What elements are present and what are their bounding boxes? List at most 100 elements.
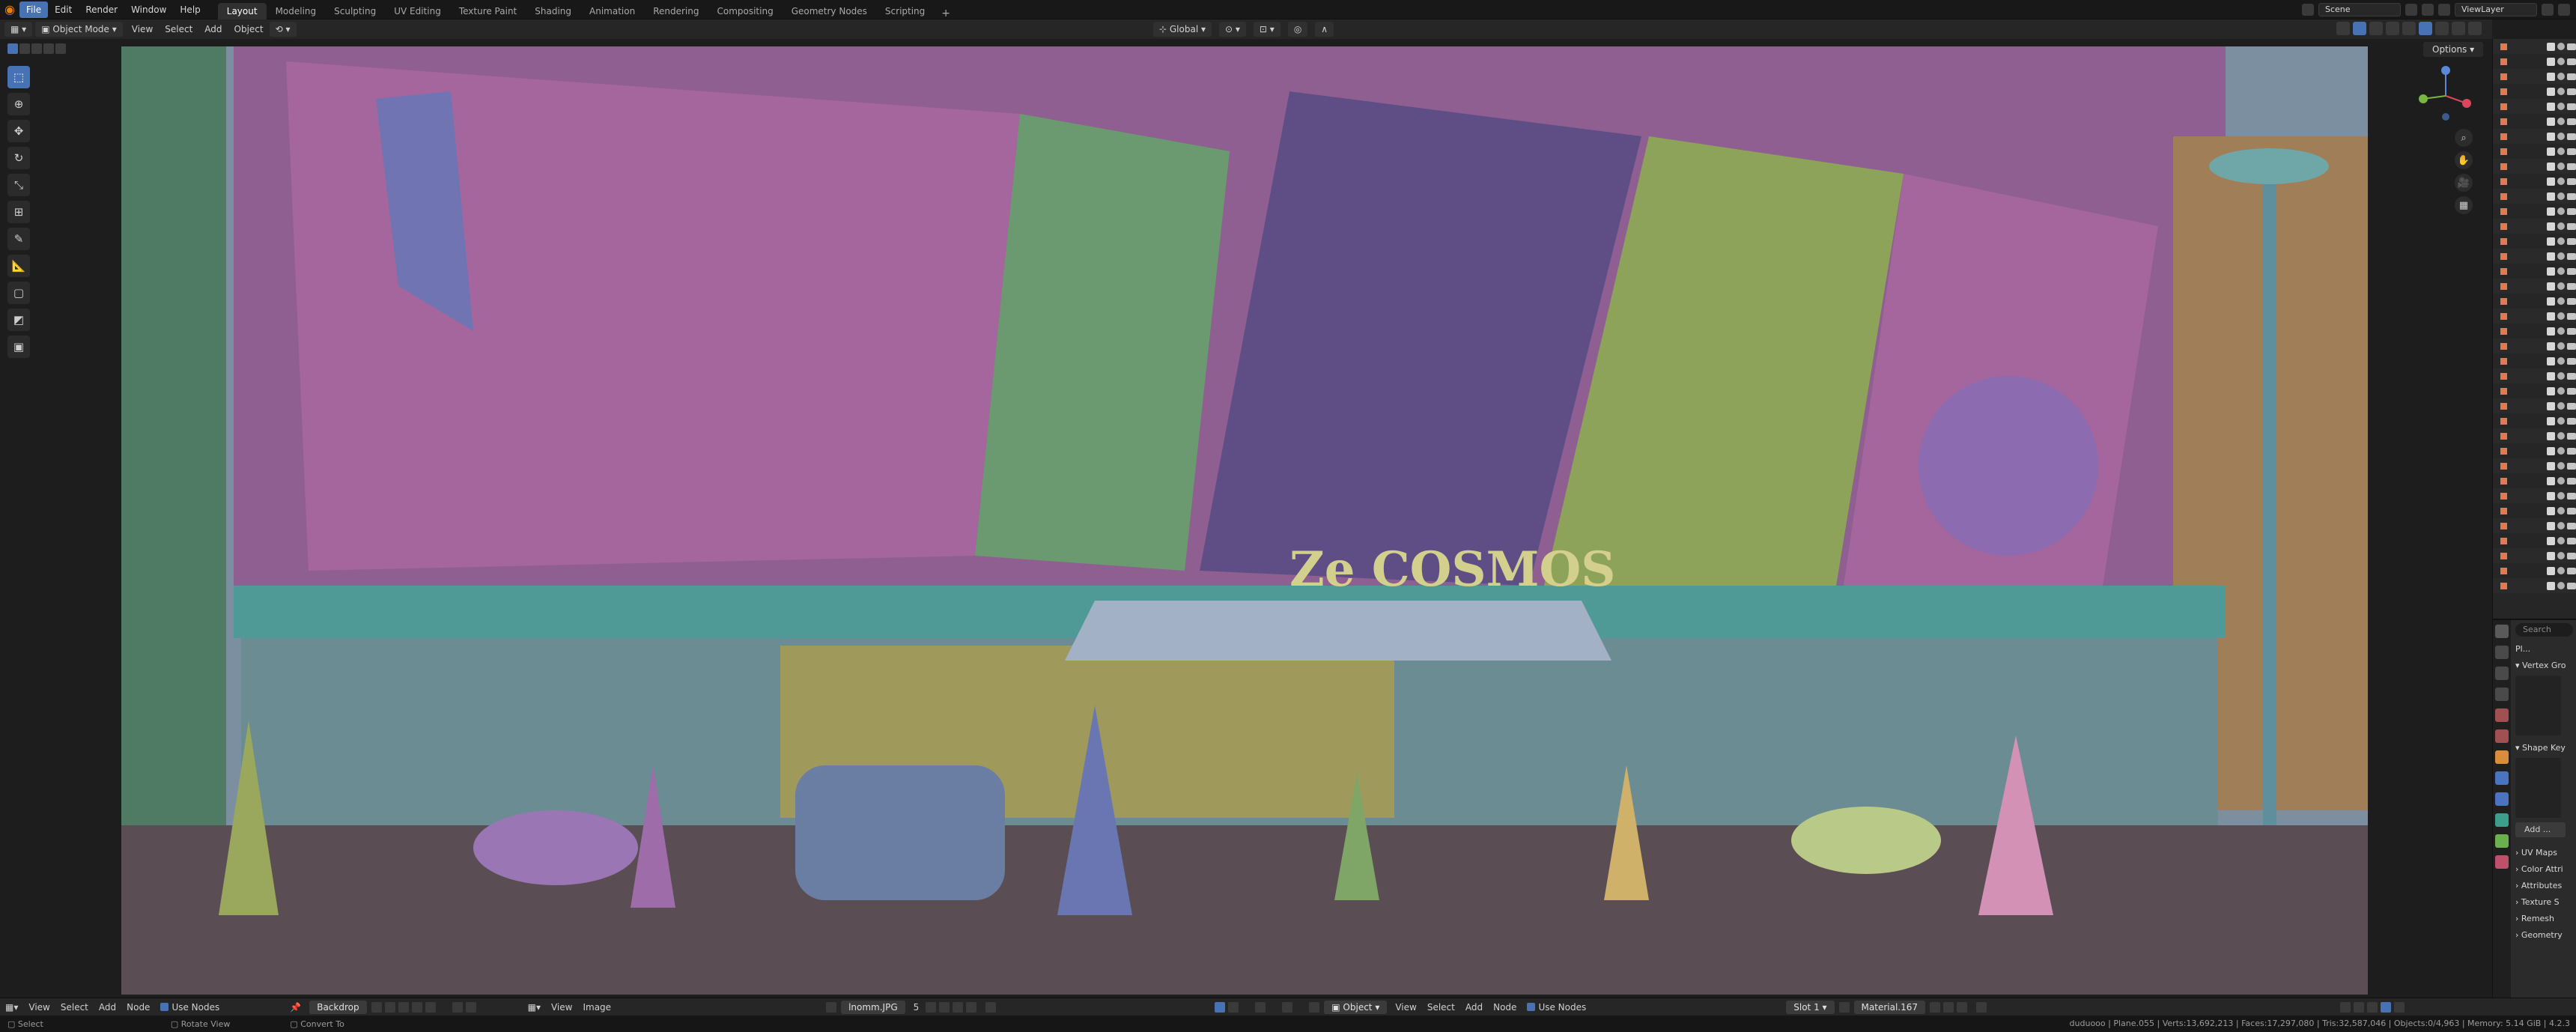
outliner-row[interactable] [2493,368,2576,383]
mode-dropdown[interactable]: ▣ Object Mode ▾ [35,22,123,37]
tab-layout[interactable]: Layout [217,2,267,19]
new-scene-icon[interactable] [2405,4,2417,16]
annotate-icon[interactable]: ✎ [7,228,30,250]
compositor-menu-select[interactable]: Select [55,1001,94,1014]
section-attributes[interactable]: › Attributes [2515,878,2573,894]
render-camera-icon[interactable] [2567,522,2576,529]
exclude-checkbox-icon[interactable] [2547,401,2555,410]
hide-eye-icon[interactable] [2557,312,2565,320]
hide-eye-icon[interactable] [2557,372,2565,380]
material-tab-icon[interactable] [2495,855,2509,869]
exclude-checkbox-icon[interactable] [2547,431,2555,440]
compositor-menu-add[interactable]: Add [94,1001,121,1014]
outliner-row[interactable] [2493,189,2576,204]
hide-eye-icon[interactable] [2557,552,2565,559]
orientation-dropdown[interactable]: ⊹ Global ▾ [1153,22,1212,37]
hide-eye-icon[interactable] [2557,432,2565,440]
outliner-row[interactable] [2493,279,2576,294]
render-camera-icon[interactable] [2567,297,2576,305]
backdrop-r-icon[interactable] [398,1001,409,1013]
exclude-checkbox-icon[interactable] [2547,237,2555,246]
shader-menu-node[interactable]: Node [1488,1001,1522,1014]
compositor-use-nodes-checkbox[interactable]: Use Nodes [155,1001,225,1014]
exclude-checkbox-icon[interactable] [2547,416,2555,425]
scale-icon[interactable]: ⤡ [7,174,30,196]
exclude-checkbox-icon[interactable] [2547,536,2555,545]
gizmo-neg-z-icon[interactable] [2442,113,2449,121]
render-camera-icon[interactable] [2567,477,2576,485]
overlay-icon[interactable] [465,1001,476,1013]
exclude-checkbox-icon[interactable] [2547,446,2555,455]
render-camera-icon[interactable] [2567,58,2576,65]
shader-menu-add[interactable]: Add [1460,1001,1488,1014]
exclude-checkbox-icon[interactable] [2547,207,2555,216]
exclude-checkbox-icon[interactable] [2547,162,2555,171]
outliner-row[interactable] [2493,488,2576,503]
hide-eye-icon[interactable] [2557,43,2565,50]
image-browse-icon[interactable] [826,1001,837,1013]
render-camera-icon[interactable] [2567,252,2576,260]
visibility-icon[interactable] [2336,22,2350,35]
render-camera-icon[interactable] [2567,402,2576,410]
hide-eye-icon[interactable] [2557,567,2565,574]
backdrop-b-icon[interactable] [425,1001,436,1013]
render-camera-icon[interactable] [2567,237,2576,245]
render-camera-icon[interactable] [2567,118,2576,125]
material-browse-icon[interactable] [1838,1001,1850,1013]
section-shape-keys[interactable]: ▾ Shape Key [2515,740,2573,756]
hide-eye-icon[interactable] [2557,73,2565,80]
outliner-row[interactable] [2493,339,2576,353]
render-camera-icon[interactable] [2567,492,2576,500]
delete-viewlayer-icon[interactable] [2558,4,2570,16]
outliner-row[interactable] [2493,533,2576,548]
node-wireframe-icon[interactable] [2367,1001,2378,1013]
blender-logo-icon[interactable]: ◉ [0,0,19,19]
hide-eye-icon[interactable] [2557,252,2565,260]
mode-invert-icon[interactable] [43,43,54,54]
render-camera-icon[interactable] [2567,163,2576,170]
render-camera-icon[interactable] [2567,177,2576,185]
shader-use-nodes-checkbox[interactable]: Use Nodes [1522,1001,1591,1014]
add-workspace-button[interactable]: + [934,7,958,19]
hide-eye-icon[interactable] [2557,88,2565,95]
exclude-checkbox-icon[interactable] [2547,581,2555,590]
transform-icon[interactable]: ⊞ [7,201,30,223]
view-layer-tab-icon[interactable] [2495,688,2509,701]
section-geometry[interactable]: › Geometry [2515,927,2573,944]
tab-geometry-nodes[interactable]: Geometry Nodes [783,3,876,19]
tab-scripting[interactable]: Scripting [876,3,934,19]
outliner-row[interactable] [2493,503,2576,518]
render-camera-icon[interactable] [2567,342,2576,350]
3d-viewport[interactable]: Ze COSMOS [121,46,2368,995]
outliner-row[interactable] [2493,294,2576,309]
new-viewlayer-icon[interactable] [2542,4,2554,16]
shader-menu-view[interactable]: View [1390,1001,1421,1014]
menu-render[interactable]: Render [79,1,124,18]
render-camera-icon[interactable] [2567,222,2576,230]
backdrop-button[interactable]: Backdrop [309,1000,367,1014]
hide-eye-icon[interactable] [2557,417,2565,425]
navigation-gizmo[interactable] [2414,64,2477,127]
material-slot-dropdown[interactable]: Slot 1 ▾ [1786,1000,1835,1014]
hide-eye-icon[interactable] [2557,103,2565,110]
outliner-row[interactable] [2493,99,2576,114]
exclude-checkbox-icon[interactable] [2547,282,2555,291]
backdrop-g-icon[interactable] [411,1001,422,1013]
tab-texture-paint[interactable]: Texture Paint [450,3,526,19]
viewport-options-button[interactable]: Options ▾ [2423,42,2484,57]
material-fake-user-icon[interactable] [1930,1001,1941,1013]
render-camera-icon[interactable] [2567,357,2576,365]
exclude-checkbox-icon[interactable] [2547,521,2555,530]
outliner-row[interactable] [2493,309,2576,324]
compositor-editor-type-icon[interactable]: ▦▾ [0,1001,23,1014]
image-pin-icon[interactable] [985,1001,997,1013]
compositor-menu-node[interactable]: Node [121,1001,155,1014]
exclude-checkbox-icon[interactable] [2547,476,2555,485]
hide-eye-icon[interactable] [2557,148,2565,155]
render-camera-icon[interactable] [2567,327,2576,335]
exclude-checkbox-icon[interactable] [2547,192,2555,201]
hide-eye-icon[interactable] [2557,357,2565,365]
fake-user-icon[interactable] [926,1001,937,1013]
hide-eye-icon[interactable] [2557,133,2565,140]
hide-eye-icon[interactable] [2557,582,2565,589]
